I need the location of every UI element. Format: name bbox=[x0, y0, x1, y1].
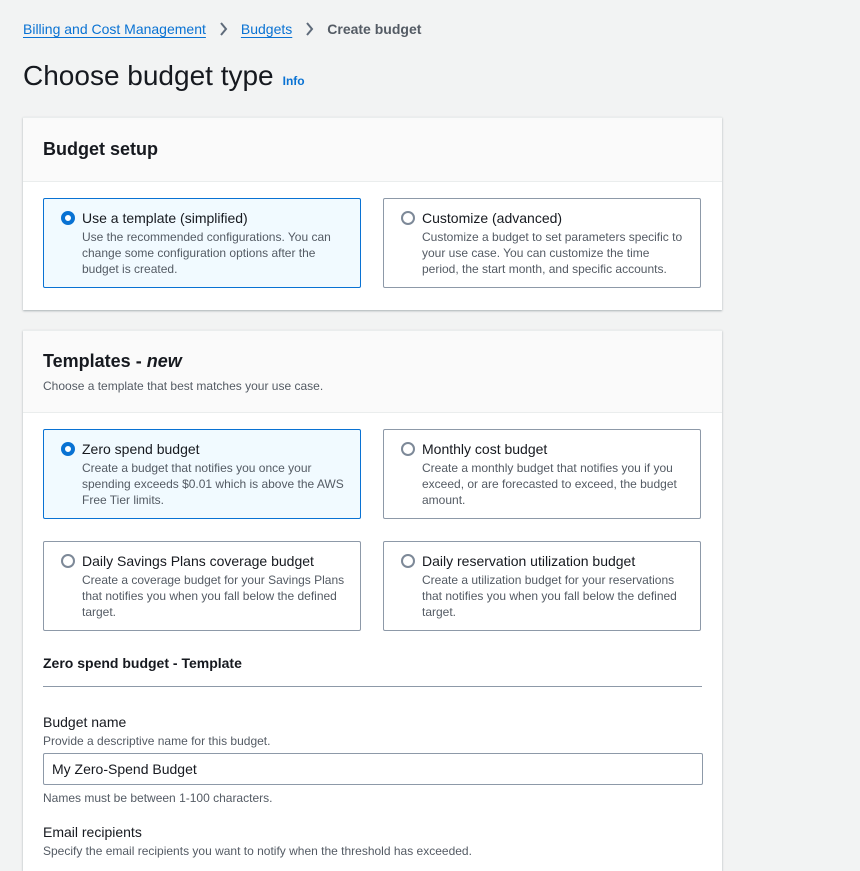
option-title: Use a template (simplified) bbox=[82, 210, 248, 226]
templates-panel: Templates - new Choose a template that b… bbox=[23, 330, 722, 871]
option-description: Customize a budget to set parameters spe… bbox=[422, 230, 683, 276]
templates-title-text: Templates - bbox=[43, 351, 147, 371]
radio-icon[interactable] bbox=[401, 211, 415, 225]
template-monthly-cost[interactable]: Monthly cost budget Create a monthly bud… bbox=[383, 429, 701, 519]
templates-title-new: new bbox=[146, 351, 182, 371]
option-title: Customize (advanced) bbox=[422, 210, 563, 226]
budget-setup-panel: Budget setup Use a template (simplified)… bbox=[23, 117, 722, 310]
budget-name-label: Budget name bbox=[43, 714, 127, 730]
email-recipients-label: Email recipients bbox=[43, 824, 142, 840]
templates-description: Choose a template that best matches your… bbox=[43, 379, 324, 393]
breadcrumb: Billing and Cost Management Budgets Crea… bbox=[23, 21, 421, 37]
radio-icon[interactable] bbox=[401, 442, 415, 456]
option-description: Create a utilization budget for your res… bbox=[422, 573, 677, 619]
templates-title: Templates - new bbox=[43, 331, 702, 372]
radio-selected-icon[interactable] bbox=[61, 442, 75, 456]
option-title: Daily reservation utilization budget bbox=[422, 553, 636, 569]
budget-name-hint: Names must be between 1-100 characters. bbox=[43, 791, 273, 805]
option-description: Create a monthly budget that notifies yo… bbox=[422, 461, 677, 507]
section-divider bbox=[43, 686, 702, 687]
templates-header: Templates - new Choose a template that b… bbox=[23, 331, 722, 413]
chevron-right-icon bbox=[305, 22, 314, 36]
chevron-right-icon bbox=[219, 22, 228, 36]
budget-name-input[interactable] bbox=[43, 753, 703, 785]
option-description: Create a coverage budget for your Saving… bbox=[82, 573, 345, 619]
breadcrumb-billing-link[interactable]: Billing and Cost Management bbox=[23, 21, 206, 37]
option-title: Zero spend budget bbox=[82, 441, 200, 457]
breadcrumb-current: Create budget bbox=[327, 21, 422, 37]
template-zero-spend[interactable]: Zero spend budget Create a budget that n… bbox=[43, 429, 361, 519]
template-savings-plans-coverage[interactable]: Daily Savings Plans coverage budget Crea… bbox=[43, 541, 361, 631]
radio-selected-icon[interactable] bbox=[61, 211, 75, 225]
template-reservation-utilization[interactable]: Daily reservation utilization budget Cre… bbox=[383, 541, 701, 631]
option-customize[interactable]: Customize (advanced) Customize a budget … bbox=[383, 198, 701, 288]
template-section-title: Zero spend budget - Template bbox=[43, 655, 242, 671]
option-title: Monthly cost budget bbox=[422, 441, 548, 457]
option-description: Use the recommended configurations. You … bbox=[82, 230, 331, 276]
email-recipients-description: Specify the email recipients you want to… bbox=[43, 844, 472, 858]
budget-setup-title: Budget setup bbox=[43, 139, 158, 159]
page-header: Choose budget type Info bbox=[23, 60, 305, 92]
option-description: Create a budget that notifies you once y… bbox=[82, 461, 344, 507]
info-link[interactable]: Info bbox=[283, 74, 305, 88]
page-title: Choose budget type bbox=[23, 60, 274, 91]
option-title: Daily Savings Plans coverage budget bbox=[82, 553, 314, 569]
radio-icon[interactable] bbox=[61, 554, 75, 568]
radio-icon[interactable] bbox=[401, 554, 415, 568]
breadcrumb-budgets-link[interactable]: Budgets bbox=[241, 21, 292, 37]
budget-setup-header: Budget setup bbox=[23, 118, 722, 182]
option-use-template[interactable]: Use a template (simplified) Use the reco… bbox=[43, 198, 361, 288]
budget-name-description: Provide a descriptive name for this budg… bbox=[43, 734, 271, 748]
